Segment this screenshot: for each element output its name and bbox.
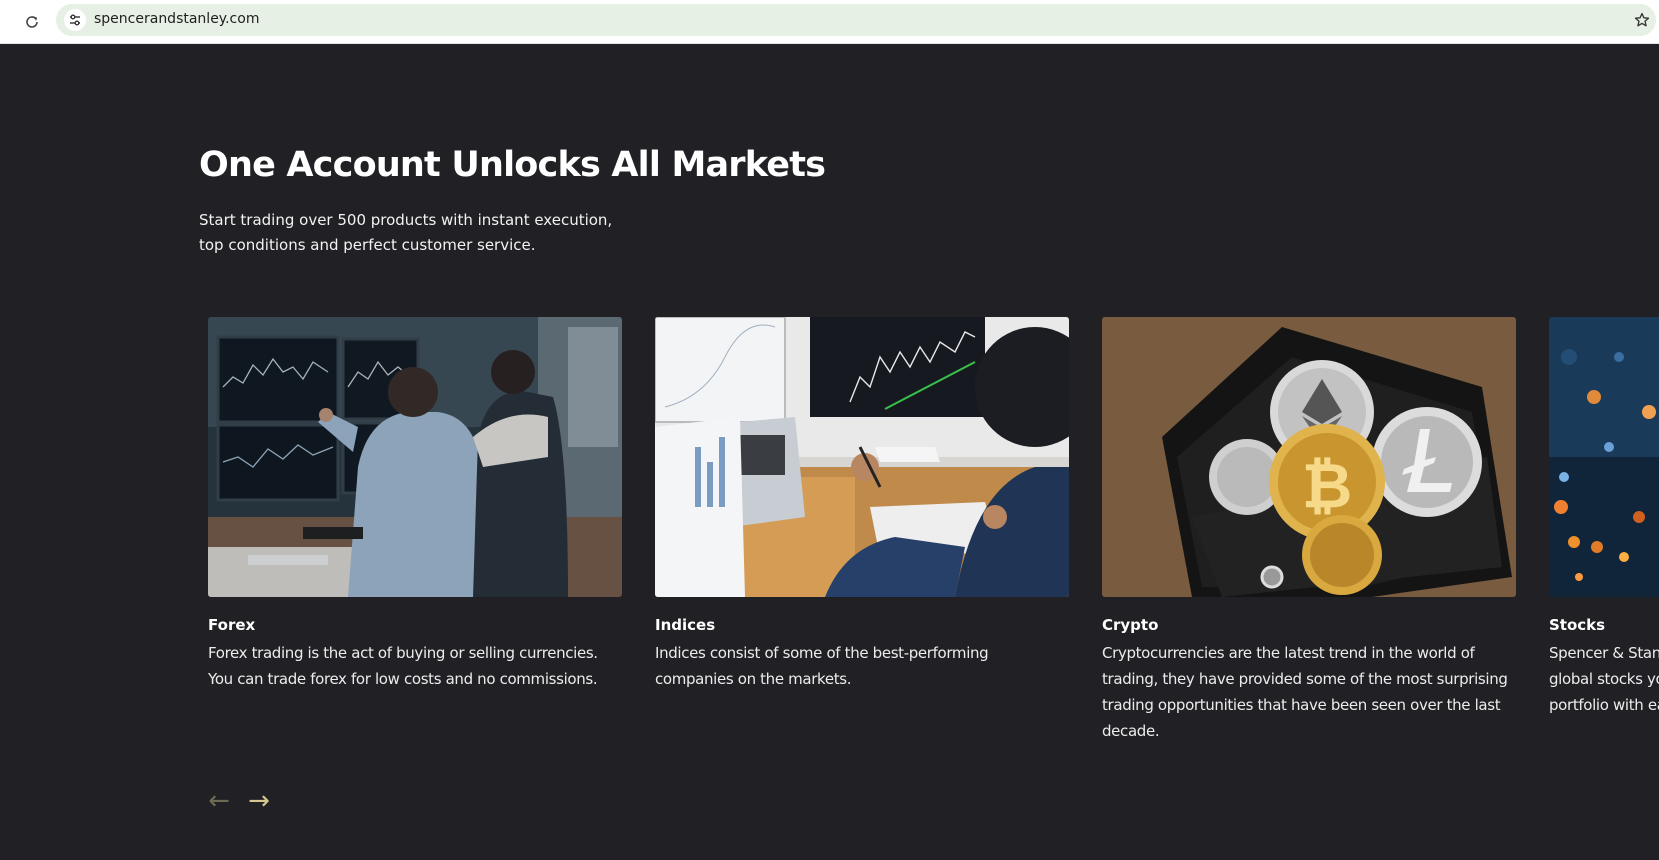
reload-icon xyxy=(26,16,38,28)
card-title[interactable]: Crypto xyxy=(1102,616,1158,634)
card-description: Spencer & Stan global stocks yo portfoli… xyxy=(1549,644,1659,714)
market-card-indices[interactable]: Indices Indices consist of some of the b… xyxy=(655,317,1069,688)
svg-text:₿: ₿ xyxy=(1302,449,1353,522)
carousel-next-button[interactable]: → xyxy=(244,786,274,816)
crypto-coins-wallet-image: ₿ xyxy=(1102,317,1516,597)
forex-card-image[interactable] xyxy=(208,317,622,597)
arrow-left-icon: ← xyxy=(208,786,230,816)
card-description: Cryptocurrencies are the latest trend in… xyxy=(1102,644,1508,740)
carousel-prev-button[interactable]: ← xyxy=(204,786,234,816)
section-heading: One Account Unlocks All Markets xyxy=(199,145,826,185)
browser-toolbar: spencerandstanley.com xyxy=(0,0,1659,44)
url-text[interactable]: spencerandstanley.com xyxy=(94,11,259,27)
card-title[interactable]: Indices xyxy=(655,616,715,634)
card-title[interactable]: Forex xyxy=(208,616,255,634)
arrow-right-icon: → xyxy=(248,786,270,816)
reload-button[interactable] xyxy=(20,10,44,34)
traders-at-monitors-image xyxy=(208,317,622,597)
card-description: Indices consist of some of the best-perf… xyxy=(655,644,989,688)
card-description: Forex trading is the act of buying or se… xyxy=(208,644,598,688)
market-card-forex[interactable]: Forex Forex trading is the act of buying… xyxy=(208,317,622,688)
market-card-stocks[interactable]: Stocks Spencer & Stan global stocks yo p… xyxy=(1549,317,1659,714)
city-lights-bokeh-image xyxy=(1549,317,1659,597)
markets-section: One Account Unlocks All Markets Start tr… xyxy=(0,44,1659,860)
address-bar[interactable]: spencerandstanley.com xyxy=(56,4,1656,36)
laptop-analysis-image xyxy=(655,317,1069,597)
stocks-card-image[interactable] xyxy=(1549,317,1659,597)
crypto-card-image[interactable]: ₿ xyxy=(1102,317,1516,597)
section-subtitle: Start trading over 500 products with ins… xyxy=(199,211,613,254)
card-title[interactable]: Stocks xyxy=(1549,616,1605,634)
tune-icon xyxy=(70,14,80,26)
star-icon xyxy=(1634,12,1650,27)
indices-card-image[interactable] xyxy=(655,317,1069,597)
site-info-button[interactable] xyxy=(64,9,86,31)
bookmark-button[interactable] xyxy=(1630,8,1654,32)
market-card-crypto[interactable]: ₿ Crypto Cryptocurrencies are the latest… xyxy=(1102,317,1516,740)
